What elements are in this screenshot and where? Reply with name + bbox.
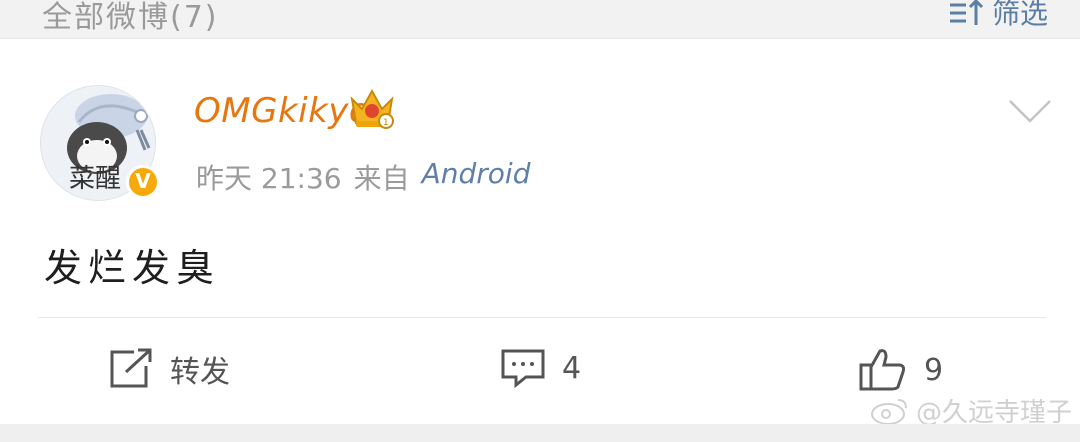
weibo-logo-icon	[870, 398, 907, 425]
post-time: 昨天 21:36	[196, 162, 342, 195]
repost-button[interactable]: 转发	[108, 347, 230, 391]
filter-label: 筛选	[991, 0, 1048, 30]
like-button[interactable]: 9	[858, 347, 943, 393]
verified-badge-icon: V	[126, 165, 160, 199]
like-count: 9	[924, 352, 944, 388]
weibo-post-card[interactable]: 菜醒 V OMGkikyo 1 昨天 21:36 来自 Android 发烂发臭…	[0, 38, 1080, 424]
top-bar: 全部微博(7) 筛选	[0, 0, 1080, 38]
username[interactable]: OMGkikyo	[194, 91, 370, 131]
filter-icon	[948, 0, 984, 27]
post-source[interactable]: Android	[422, 157, 531, 197]
comment-button[interactable]: 4	[500, 347, 581, 389]
avatar-caption: 菜醒	[69, 164, 122, 194]
thumbs-up-icon	[859, 349, 906, 391]
repost-icon	[110, 348, 152, 388]
all-weibo-title: 全部微博(7)	[42, 0, 219, 35]
post-meta: 昨天 21:36 来自 Android	[196, 157, 530, 197]
crown-icon[interactable]: 1	[348, 85, 396, 131]
comment-count: 4	[562, 350, 582, 386]
comment-icon	[501, 349, 545, 389]
filter-button[interactable]: 筛选	[948, 0, 1048, 32]
post-content: 发烂发臭	[44, 246, 221, 290]
repost-label: 转发	[170, 355, 230, 390]
source-prefix: 来自	[353, 162, 410, 195]
svg-text:1: 1	[383, 118, 389, 128]
divider	[38, 317, 1046, 318]
bottom-strip	[0, 424, 1080, 442]
chevron-down-icon[interactable]	[1008, 99, 1052, 125]
